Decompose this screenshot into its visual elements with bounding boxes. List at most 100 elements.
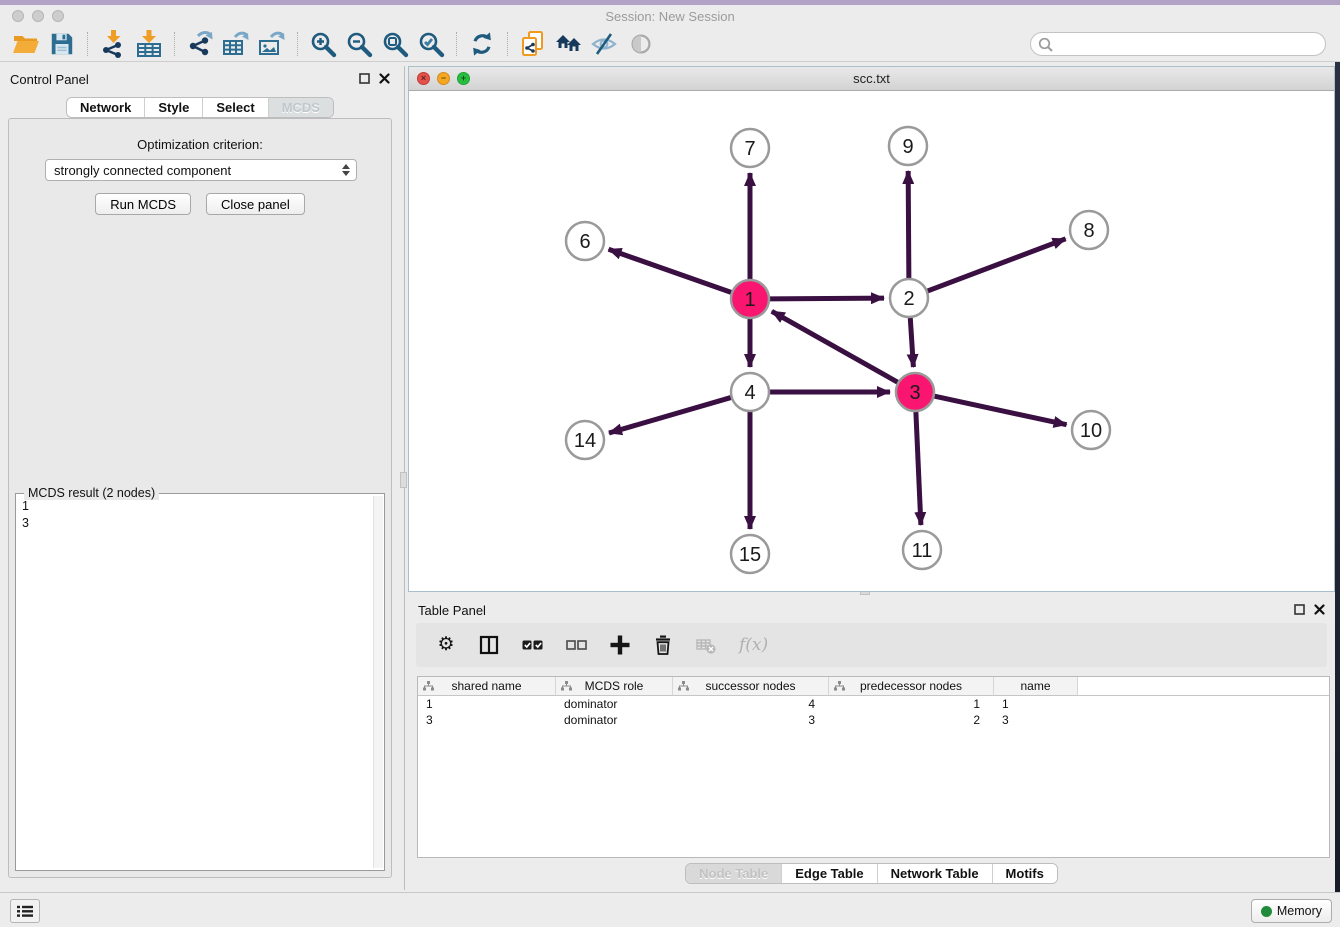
edge-2-8[interactable] [928, 239, 1066, 291]
refresh-button[interactable] [464, 28, 500, 60]
task-history-button[interactable] [10, 899, 40, 923]
node-6[interactable]: 6 [566, 222, 604, 260]
function-builder-button[interactable]: f(x) [739, 634, 768, 656]
close-panel-icon[interactable] [379, 73, 390, 84]
toolbar-separator [297, 32, 298, 56]
import-table-icon [134, 29, 164, 59]
close-table-panel-icon[interactable] [1314, 604, 1325, 615]
run-mcds-button[interactable]: Run MCDS [95, 193, 191, 215]
import-network-button[interactable] [95, 28, 131, 60]
node-4[interactable]: 4 [731, 373, 769, 411]
search-box[interactable] [1030, 32, 1326, 56]
tab-style[interactable]: Style [144, 98, 202, 117]
list-icon [17, 905, 33, 918]
search-icon [1037, 36, 1054, 53]
edge-3-1[interactable] [772, 311, 898, 382]
edge-4-14[interactable] [609, 398, 731, 433]
close-network-icon[interactable]: × [417, 72, 430, 85]
result-scrollbar[interactable] [373, 496, 383, 868]
svg-text:10: 10 [1080, 420, 1102, 442]
node-table[interactable]: shared nameMCDS rolesuccessor nodesprede… [417, 676, 1330, 858]
tab-select[interactable]: Select [202, 98, 267, 117]
export-network-icon [185, 29, 215, 59]
import-table-button[interactable] [131, 28, 167, 60]
save-session-button[interactable] [44, 28, 80, 60]
node-1[interactable]: 1 [731, 280, 769, 318]
tab-motifs[interactable]: Motifs [992, 864, 1057, 883]
node-9[interactable]: 9 [889, 127, 927, 165]
edge-3-10[interactable] [935, 396, 1067, 425]
maximize-window-icon[interactable] [52, 10, 64, 22]
tab-mcds[interactable]: MCDS [268, 98, 333, 117]
node-14[interactable]: 14 [566, 421, 604, 459]
create-column-button[interactable] [610, 634, 630, 656]
status-bar: Memory [0, 892, 1340, 927]
first-neighbors-button[interactable] [551, 28, 587, 60]
column-header-successor-nodes[interactable]: successor nodes [673, 677, 829, 696]
open-folder-icon [12, 30, 40, 58]
vertical-splitter[interactable] [400, 66, 408, 890]
save-disk-icon [49, 31, 75, 57]
unselect-all-columns-button[interactable] [566, 634, 587, 656]
delete-table-icon [696, 636, 716, 654]
criterion-dropdown[interactable]: strongly connected component [45, 159, 357, 181]
tab-edge-table[interactable]: Edge Table [781, 864, 876, 883]
search-input[interactable] [1054, 34, 1325, 54]
node-11[interactable]: 11 [903, 531, 941, 569]
export-image-button[interactable] [254, 28, 290, 60]
close-panel-button[interactable]: Close panel [206, 193, 305, 215]
export-network-button[interactable] [182, 28, 218, 60]
zoom-in-button[interactable] [305, 28, 341, 60]
minimize-window-icon[interactable] [32, 10, 44, 22]
toolbar-separator [174, 32, 175, 56]
cell: 3 [418, 712, 556, 728]
node-2[interactable]: 2 [890, 279, 928, 317]
show-all-button[interactable] [623, 28, 659, 60]
maximize-network-icon[interactable]: + [457, 72, 470, 85]
node-3[interactable]: 3 [896, 373, 934, 411]
edge-3-11[interactable] [916, 412, 921, 525]
column-header-MCDS-role[interactable]: MCDS role [556, 677, 673, 696]
edge-1-2[interactable] [770, 298, 884, 299]
zoom-out-button[interactable] [341, 28, 377, 60]
node-7[interactable]: 7 [731, 129, 769, 167]
node-10[interactable]: 10 [1072, 411, 1110, 449]
float-table-panel-icon[interactable] [1294, 604, 1305, 615]
table-options-button[interactable]: ⚙ [436, 634, 456, 656]
edge-2-9[interactable] [908, 171, 909, 278]
column-header-predecessor-nodes[interactable]: predecessor nodes [829, 677, 994, 696]
cell: 2 [829, 712, 994, 728]
shared-column-icon [561, 681, 572, 691]
tab-network-table[interactable]: Network Table [877, 864, 992, 883]
zoom-fit-button[interactable] [377, 28, 413, 60]
minimize-network-icon[interactable]: − [437, 72, 450, 85]
close-window-icon[interactable] [12, 10, 24, 22]
float-panel-icon[interactable] [359, 73, 370, 84]
memory-button[interactable]: Memory [1251, 899, 1332, 923]
duplicate-network-button[interactable] [515, 28, 551, 60]
network-canvas[interactable]: 7 9 6 8 1 2 4 3 14 10 15 11 [409, 91, 1334, 592]
show-columns-button[interactable] [479, 634, 499, 656]
column-header-name[interactable]: name [994, 677, 1078, 696]
tab-network[interactable]: Network [67, 98, 144, 117]
column-header-label: name [1020, 679, 1050, 693]
node-15[interactable]: 15 [731, 535, 769, 573]
column-header-shared-name[interactable]: shared name [418, 677, 556, 696]
export-table-button[interactable] [218, 28, 254, 60]
tab-node-table[interactable]: Node Table [686, 864, 781, 883]
mcds-result-text: 13 [22, 498, 29, 532]
delete-table-button[interactable] [696, 634, 716, 656]
hide-selected-button[interactable] [587, 28, 623, 60]
node-8[interactable]: 8 [1070, 211, 1108, 249]
select-all-columns-button[interactable] [522, 634, 543, 656]
open-session-button[interactable] [8, 28, 44, 60]
edge-2-3[interactable] [910, 318, 913, 367]
network-window-titlebar[interactable]: × − + scc.txt [409, 67, 1334, 91]
table-row[interactable]: 1dominator411 [418, 696, 1329, 712]
edge-1-6[interactable] [609, 249, 732, 292]
table-row[interactable]: 3dominator323 [418, 712, 1329, 728]
splitter-grip[interactable] [400, 472, 407, 488]
delete-columns-button[interactable] [653, 634, 673, 656]
svg-text:2: 2 [903, 288, 914, 310]
zoom-selected-button[interactable] [413, 28, 449, 60]
